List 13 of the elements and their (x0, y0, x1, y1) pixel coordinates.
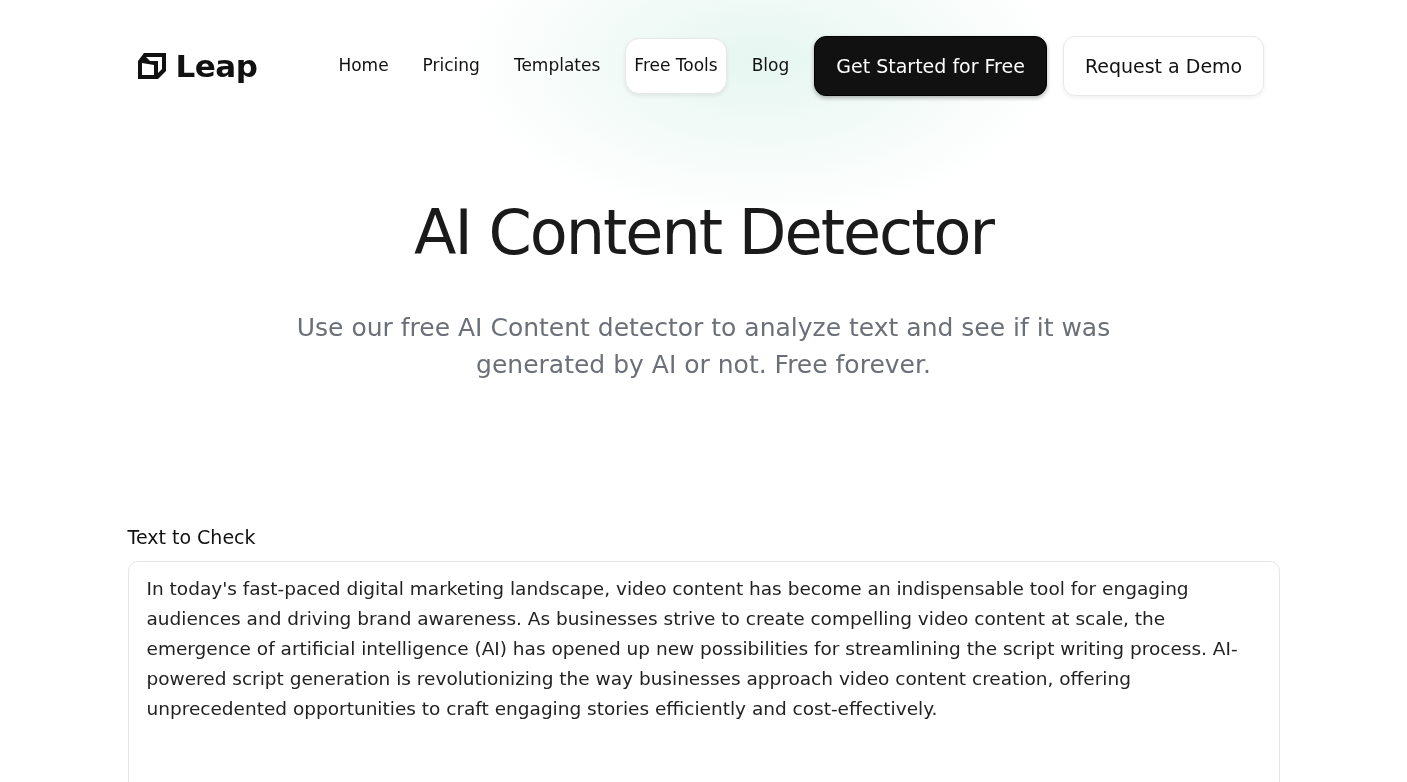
nav-link[interactable]: Blog (742, 38, 799, 94)
nav-link[interactable]: Pricing (413, 38, 489, 94)
request-demo-button[interactable]: Request a Demo (1062, 35, 1265, 97)
nav-link[interactable]: Home (329, 38, 398, 94)
text-input-field[interactable]: In today's fast-paced digital marketing landscape, video content has become an indispensable tool for engaging audiences and driving brand awareness. As businesses strive to create compelling video content at scale, the emergence of artificial intelligence (AI) has opened up new possibilities for streamlining the script writing process. AI-powered script generation is revolutionizing the way businesses approach video content creation, offering unprecedented opportunities to craft engaging stories efficiently and cost-effectively. (127, 561, 1280, 782)
page-subtitle: Use our free AI Content detector to analyze text and see if it was generated by AI or not. Free forever. (295, 312, 1112, 381)
field-label: Text to Check (127, 524, 257, 550)
logo-icon (135, 51, 168, 81)
nav-link[interactable]: Templates (504, 38, 610, 94)
get-started-button[interactable]: Get Started for Free (814, 35, 1047, 97)
nav-link[interactable]: Free Tools (625, 38, 727, 94)
page-title: AI Content Detector (413, 196, 996, 271)
logo-text[interactable]: Leap (175, 42, 258, 90)
